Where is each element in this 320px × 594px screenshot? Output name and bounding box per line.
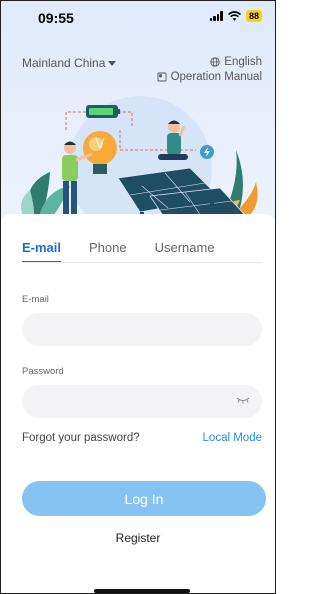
device-frame [0,0,276,594]
